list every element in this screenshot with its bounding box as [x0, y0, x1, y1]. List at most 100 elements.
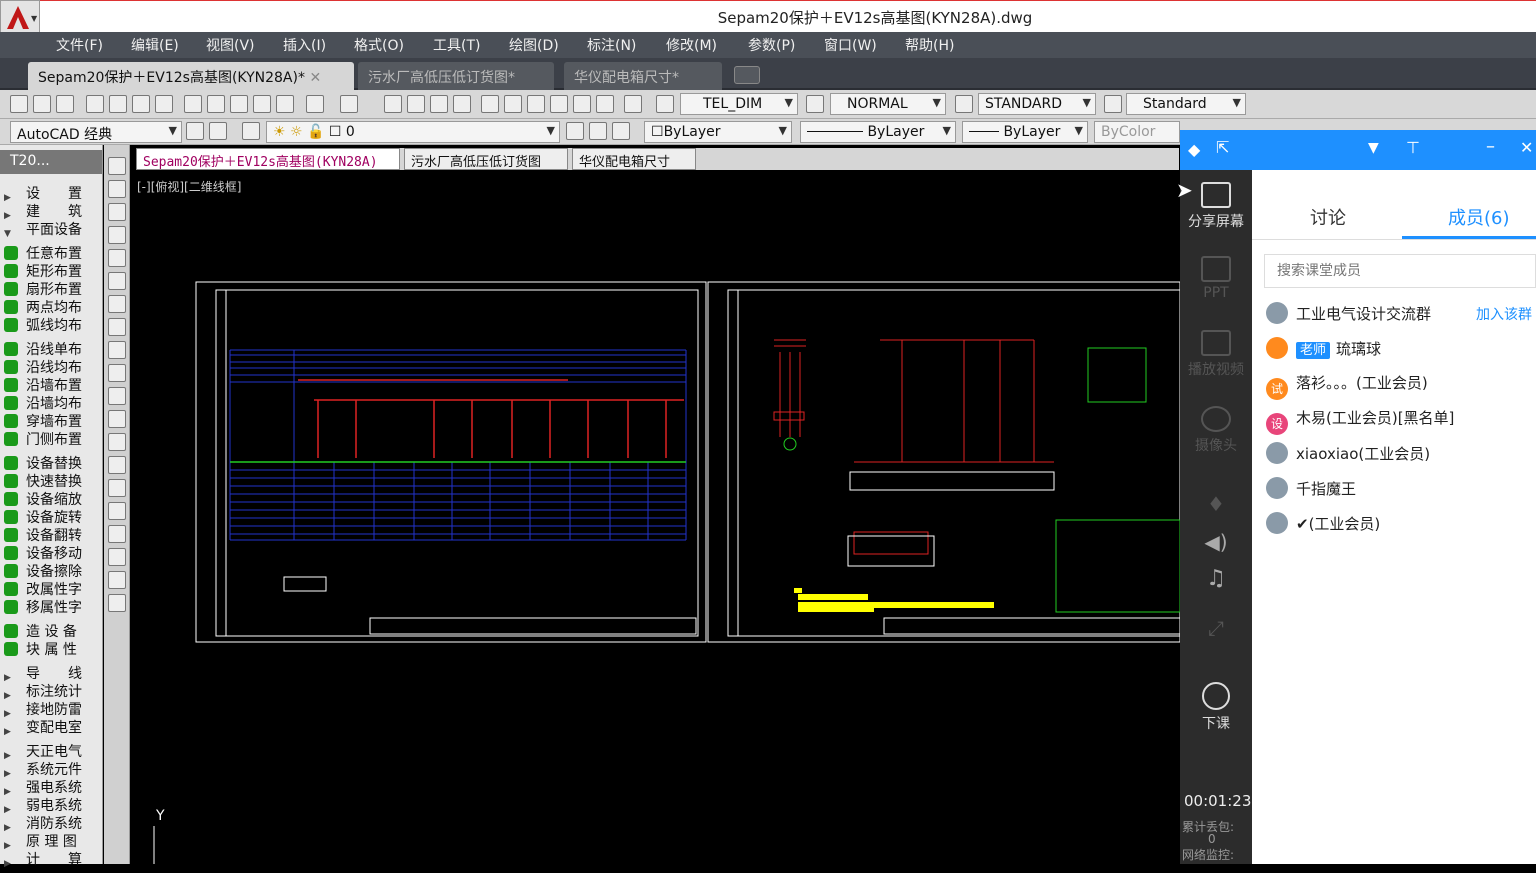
- region-icon[interactable]: [108, 525, 126, 543]
- ppt-button[interactable]: PPT: [1180, 256, 1252, 301]
- tool-palette-icon[interactable]: [527, 95, 545, 113]
- panel-header[interactable]: T20...: [0, 150, 102, 174]
- panel-item[interactable]: ▶ 导 线: [4, 663, 82, 683]
- layer-states-icon[interactable]: [612, 122, 630, 140]
- add-selected-icon[interactable]: [108, 594, 126, 612]
- panel-item[interactable]: 设备移动: [4, 543, 82, 562]
- layer-manager-icon[interactable]: [242, 122, 260, 140]
- zoom-window-icon[interactable]: [430, 95, 448, 113]
- construction-line-icon[interactable]: [108, 180, 126, 198]
- camera-button[interactable]: 摄像头: [1180, 406, 1252, 455]
- text-style-icon[interactable]: [656, 95, 674, 113]
- match-prop-icon[interactable]: [253, 95, 271, 113]
- doc-tab[interactable]: 华仪配电箱尺寸*: [564, 62, 722, 90]
- panel-item[interactable]: 改属性字: [4, 579, 82, 598]
- pin-icon[interactable]: ⊤: [1406, 138, 1420, 157]
- gear-icon[interactable]: [186, 122, 204, 140]
- layout-tab-active[interactable]: Sepam20保护＋EV12s高基图(KYN28A): [136, 148, 400, 170]
- sheet-set-icon[interactable]: [550, 95, 568, 113]
- member-item[interactable]: 老师 琉璃球: [1266, 337, 1381, 363]
- arc-icon[interactable]: [108, 272, 126, 290]
- speaker-icon[interactable]: ◀): [1180, 530, 1252, 554]
- color-select[interactable]: ☐ByLayer ▼: [644, 121, 792, 143]
- panel-item[interactable]: ▶ 消防系统: [4, 813, 82, 833]
- member-search-input[interactable]: [1264, 254, 1536, 288]
- panel-item[interactable]: ▶ 建 筑: [4, 201, 82, 221]
- table-style-icon[interactable]: [955, 95, 973, 113]
- menu-help[interactable]: 帮助(H): [905, 35, 954, 55]
- menu-view[interactable]: 视图(V): [206, 35, 255, 55]
- redo-icon[interactable]: [340, 95, 358, 113]
- minimize-icon[interactable]: –: [1486, 136, 1495, 157]
- spline-icon[interactable]: [108, 341, 126, 359]
- gradient-icon[interactable]: [108, 502, 126, 520]
- panel-item[interactable]: 沿墙均布: [4, 393, 82, 412]
- zoom-realtime-icon[interactable]: [407, 95, 425, 113]
- point-icon[interactable]: [108, 456, 126, 474]
- table-icon[interactable]: [108, 548, 126, 566]
- layer-select[interactable]: ☀ ☼ 🔓 ☐ 0 ▼: [266, 121, 560, 143]
- polyline-icon[interactable]: [108, 203, 126, 221]
- 3d-icon[interactable]: [155, 95, 173, 113]
- panel-item[interactable]: 造 设 备: [4, 621, 77, 640]
- help-icon[interactable]: [624, 95, 642, 113]
- publish-icon[interactable]: [132, 95, 150, 113]
- mleader-style-icon[interactable]: [1104, 95, 1122, 113]
- calculator-icon[interactable]: [596, 95, 614, 113]
- panel-item[interactable]: 弧线均布: [4, 315, 82, 334]
- share-app-icon[interactable]: ◆: [1188, 140, 1200, 159]
- workspace-icon[interactable]: [209, 122, 227, 140]
- dim-style-select[interactable]: TEL_DIM ▼: [680, 93, 798, 115]
- block-icon[interactable]: [276, 95, 294, 113]
- external-icon[interactable]: ⇱: [1216, 138, 1229, 157]
- rectangle-icon[interactable]: [108, 249, 126, 267]
- menu-parameter[interactable]: 参数(P): [748, 35, 795, 55]
- panel-item[interactable]: 设备旋转: [4, 507, 82, 526]
- close-icon[interactable]: ✕: [309, 70, 321, 86]
- panel-item[interactable]: 移属性字: [4, 597, 82, 616]
- member-item[interactable]: 工业电气设计交流群: [1266, 302, 1431, 328]
- panel-item[interactable]: 设备擦除: [4, 561, 82, 580]
- layout-tab[interactable]: 华仪配电箱尺寸: [572, 148, 696, 170]
- dimension-style-icon[interactable]: [806, 95, 824, 113]
- menu-insert[interactable]: 插入(I): [283, 35, 326, 55]
- menu-window[interactable]: 窗口(W): [824, 35, 877, 55]
- line-icon[interactable]: [108, 157, 126, 175]
- microphone-icon[interactable]: ♦: [1180, 492, 1252, 516]
- panel-item[interactable]: 两点均布: [4, 297, 82, 316]
- panel-item[interactable]: 沿墙布置: [4, 375, 82, 394]
- viewport-label[interactable]: [-][俯视][二维线框]: [137, 178, 241, 195]
- menu-format[interactable]: 格式(O): [354, 35, 404, 55]
- linetype-select[interactable]: ByLayer ▼: [800, 121, 956, 143]
- menu-dimension[interactable]: 标注(N): [587, 35, 636, 55]
- play-video-button[interactable]: 播放视频: [1180, 330, 1252, 379]
- menu-edit[interactable]: 编辑(E): [131, 35, 179, 55]
- lineweight-select[interactable]: ByLayer ▼: [962, 121, 1088, 143]
- autocad-logo-icon[interactable]: ▼: [0, 0, 40, 36]
- panel-item[interactable]: 沿线均布: [4, 357, 82, 376]
- new-tab-icon[interactable]: [734, 66, 760, 84]
- print-icon[interactable]: [86, 95, 104, 113]
- doc-tab-active[interactable]: Sepam20保护＋EV12s高基图(KYN28A)* ✕: [28, 62, 354, 90]
- panel-item[interactable]: ▼ 平面设备: [4, 219, 82, 239]
- text-icon[interactable]: [108, 571, 126, 589]
- text-style-select[interactable]: NORMAL ▼: [830, 93, 946, 115]
- music-icon[interactable]: ♫: [1180, 566, 1252, 591]
- tab-members[interactable]: 成员(6): [1448, 204, 1510, 230]
- ellipse-arc-icon[interactable]: [108, 387, 126, 405]
- panel-item[interactable]: ▶ 系统元件: [4, 759, 82, 779]
- menu-draw[interactable]: 绘图(D): [509, 35, 559, 55]
- panel-item[interactable]: 设备翻转: [4, 525, 82, 544]
- paste-icon[interactable]: [230, 95, 248, 113]
- drawing-canvas[interactable]: Y: [134, 172, 1181, 864]
- copy-icon[interactable]: [207, 95, 225, 113]
- design-center-icon[interactable]: [504, 95, 522, 113]
- zoom-previous-icon[interactable]: [453, 95, 471, 113]
- panel-item[interactable]: ▶ 强电系统: [4, 777, 82, 797]
- panel-item[interactable]: 设备替换: [4, 453, 82, 472]
- panel-item[interactable]: 快速替换: [4, 471, 82, 490]
- member-item[interactable]: 千指魔王: [1266, 477, 1356, 503]
- ellipse-icon[interactable]: [108, 364, 126, 382]
- new-file-icon[interactable]: [10, 95, 28, 113]
- panel-item[interactable]: 块 属 性: [4, 639, 77, 658]
